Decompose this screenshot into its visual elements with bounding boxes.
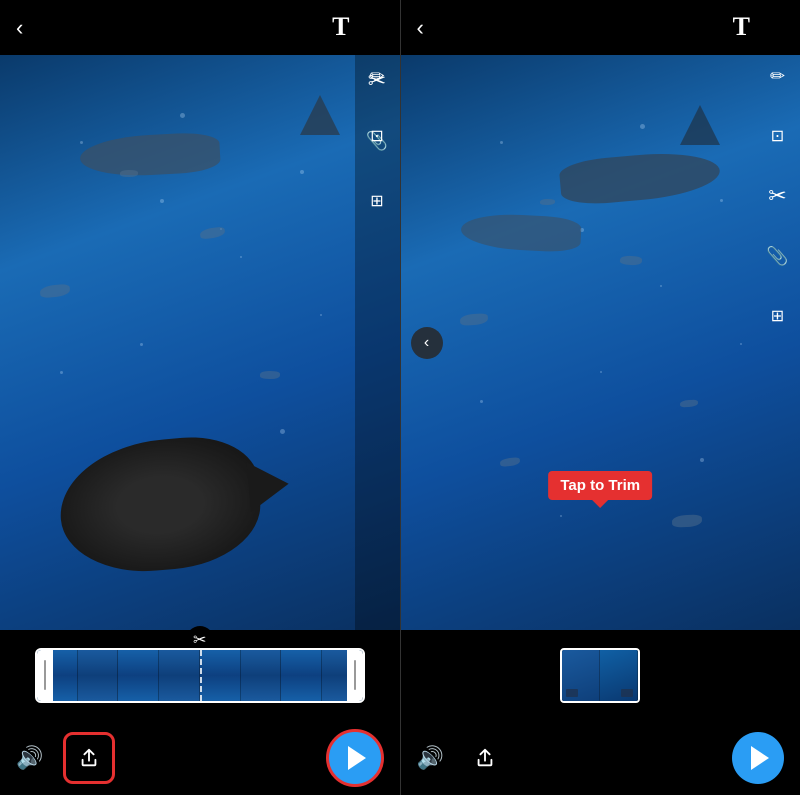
frame-7 xyxy=(281,650,322,701)
tuna-fish-left xyxy=(55,432,266,579)
fish-shark-left xyxy=(79,131,221,178)
share-button-left[interactable] xyxy=(63,732,115,784)
back-arrow-left[interactable]: ‹ xyxy=(16,15,23,41)
left-video-bg: ✂ 📎 ⊞ ✏ ⊡ xyxy=(0,55,400,630)
crop-tool-right[interactable]: ⊞ xyxy=(762,300,794,332)
right-video-bg: ‹ Tap to Trim ✏ ⊡ ✂ 📎 ⊞ xyxy=(401,55,800,630)
play-triangle-right xyxy=(751,746,769,770)
frame-6 xyxy=(241,650,282,701)
text-icon-left[interactable]: T xyxy=(332,12,349,42)
thumb-frame-1 xyxy=(562,650,600,701)
fin-right xyxy=(680,105,720,145)
frame-2 xyxy=(78,650,119,701)
timeline-handle-right[interactable] xyxy=(347,650,363,701)
right-timeline-area xyxy=(401,630,800,720)
share-icon-right xyxy=(474,747,496,769)
pen-icon-left[interactable]: ✏ xyxy=(361,60,393,92)
thumb-frame-2 xyxy=(600,650,638,701)
fish-shark-right2 xyxy=(460,212,582,253)
left-icon-overlay: ✏ ⊡ xyxy=(355,55,400,152)
right-top-bar: ‹ T xyxy=(401,0,800,55)
small-fish-1 xyxy=(39,284,70,299)
right-thumbnail-strip[interactable] xyxy=(560,648,640,703)
scissors-tool-right[interactable]: ✂ xyxy=(762,180,794,212)
volume-icon-left[interactable]: 🔊 xyxy=(16,745,43,771)
pen-icon-right[interactable]: ✏ xyxy=(762,60,794,92)
tap-to-trim-tooltip[interactable]: Tap to Trim xyxy=(548,471,652,500)
small-fish-4 xyxy=(120,170,138,178)
share-button-right[interactable] xyxy=(464,737,506,779)
small-fish-r1 xyxy=(460,313,489,326)
play-button-left[interactable] xyxy=(326,729,384,787)
frame-4 xyxy=(159,650,200,701)
scissors-timeline: ✂ xyxy=(193,630,206,650)
small-fish-r4 xyxy=(540,198,555,205)
right-dots xyxy=(401,55,800,630)
small-fish-r7 xyxy=(672,514,702,527)
frame-5 xyxy=(200,650,241,701)
play-button-right[interactable] xyxy=(732,732,784,784)
small-fish-r3 xyxy=(680,400,698,408)
right-video-area: ‹ Tap to Trim ✏ ⊡ ✂ 📎 ⊞ xyxy=(401,55,800,630)
chevron-left-button[interactable]: ‹ xyxy=(411,327,443,359)
right-panel: ‹ T xyxy=(401,0,800,795)
fish-shark-right xyxy=(558,148,721,207)
left-panel: ‹ T xyxy=(0,0,400,795)
left-timeline-area: ✂ xyxy=(0,630,400,720)
fin-left xyxy=(300,95,340,135)
volume-icon-right[interactable]: 🔊 xyxy=(417,745,444,771)
text-icon-right[interactable]: T xyxy=(733,12,750,42)
right-bottom-bar: 🔊 xyxy=(401,720,800,795)
timeline-playhead xyxy=(200,650,202,701)
sticker-icon-right[interactable]: ⊡ xyxy=(762,120,794,152)
play-triangle-left xyxy=(348,746,366,770)
timeline-wrapper: ✂ xyxy=(35,648,365,703)
timeline-handle-left[interactable] xyxy=(37,650,53,701)
small-fish-r5 xyxy=(500,456,521,466)
timeline-track[interactable] xyxy=(35,648,365,703)
small-fish-r2 xyxy=(620,255,643,266)
share-icon-left xyxy=(78,747,100,769)
back-arrow-right[interactable]: ‹ xyxy=(417,15,424,41)
link-tool-right[interactable]: 📎 xyxy=(762,240,794,272)
handle-line-left xyxy=(44,660,46,690)
left-video-area: ✂ 📎 ⊞ ✏ ⊡ xyxy=(0,55,400,630)
chevron-left-icon: ‹ xyxy=(424,334,429,352)
sticker-icon-left[interactable]: ⊡ xyxy=(361,120,393,152)
frame-3 xyxy=(118,650,159,701)
left-top-bar: ‹ T xyxy=(0,0,400,55)
crop-tool-left[interactable]: ⊞ xyxy=(361,185,393,217)
left-bottom-bar: 🔊 xyxy=(0,720,400,795)
right-icon-overlay: ✏ ⊡ ✂ 📎 ⊞ xyxy=(755,55,800,332)
small-fish-2 xyxy=(259,371,279,380)
small-fish-3 xyxy=(199,226,225,239)
handle-line-right xyxy=(354,660,356,690)
